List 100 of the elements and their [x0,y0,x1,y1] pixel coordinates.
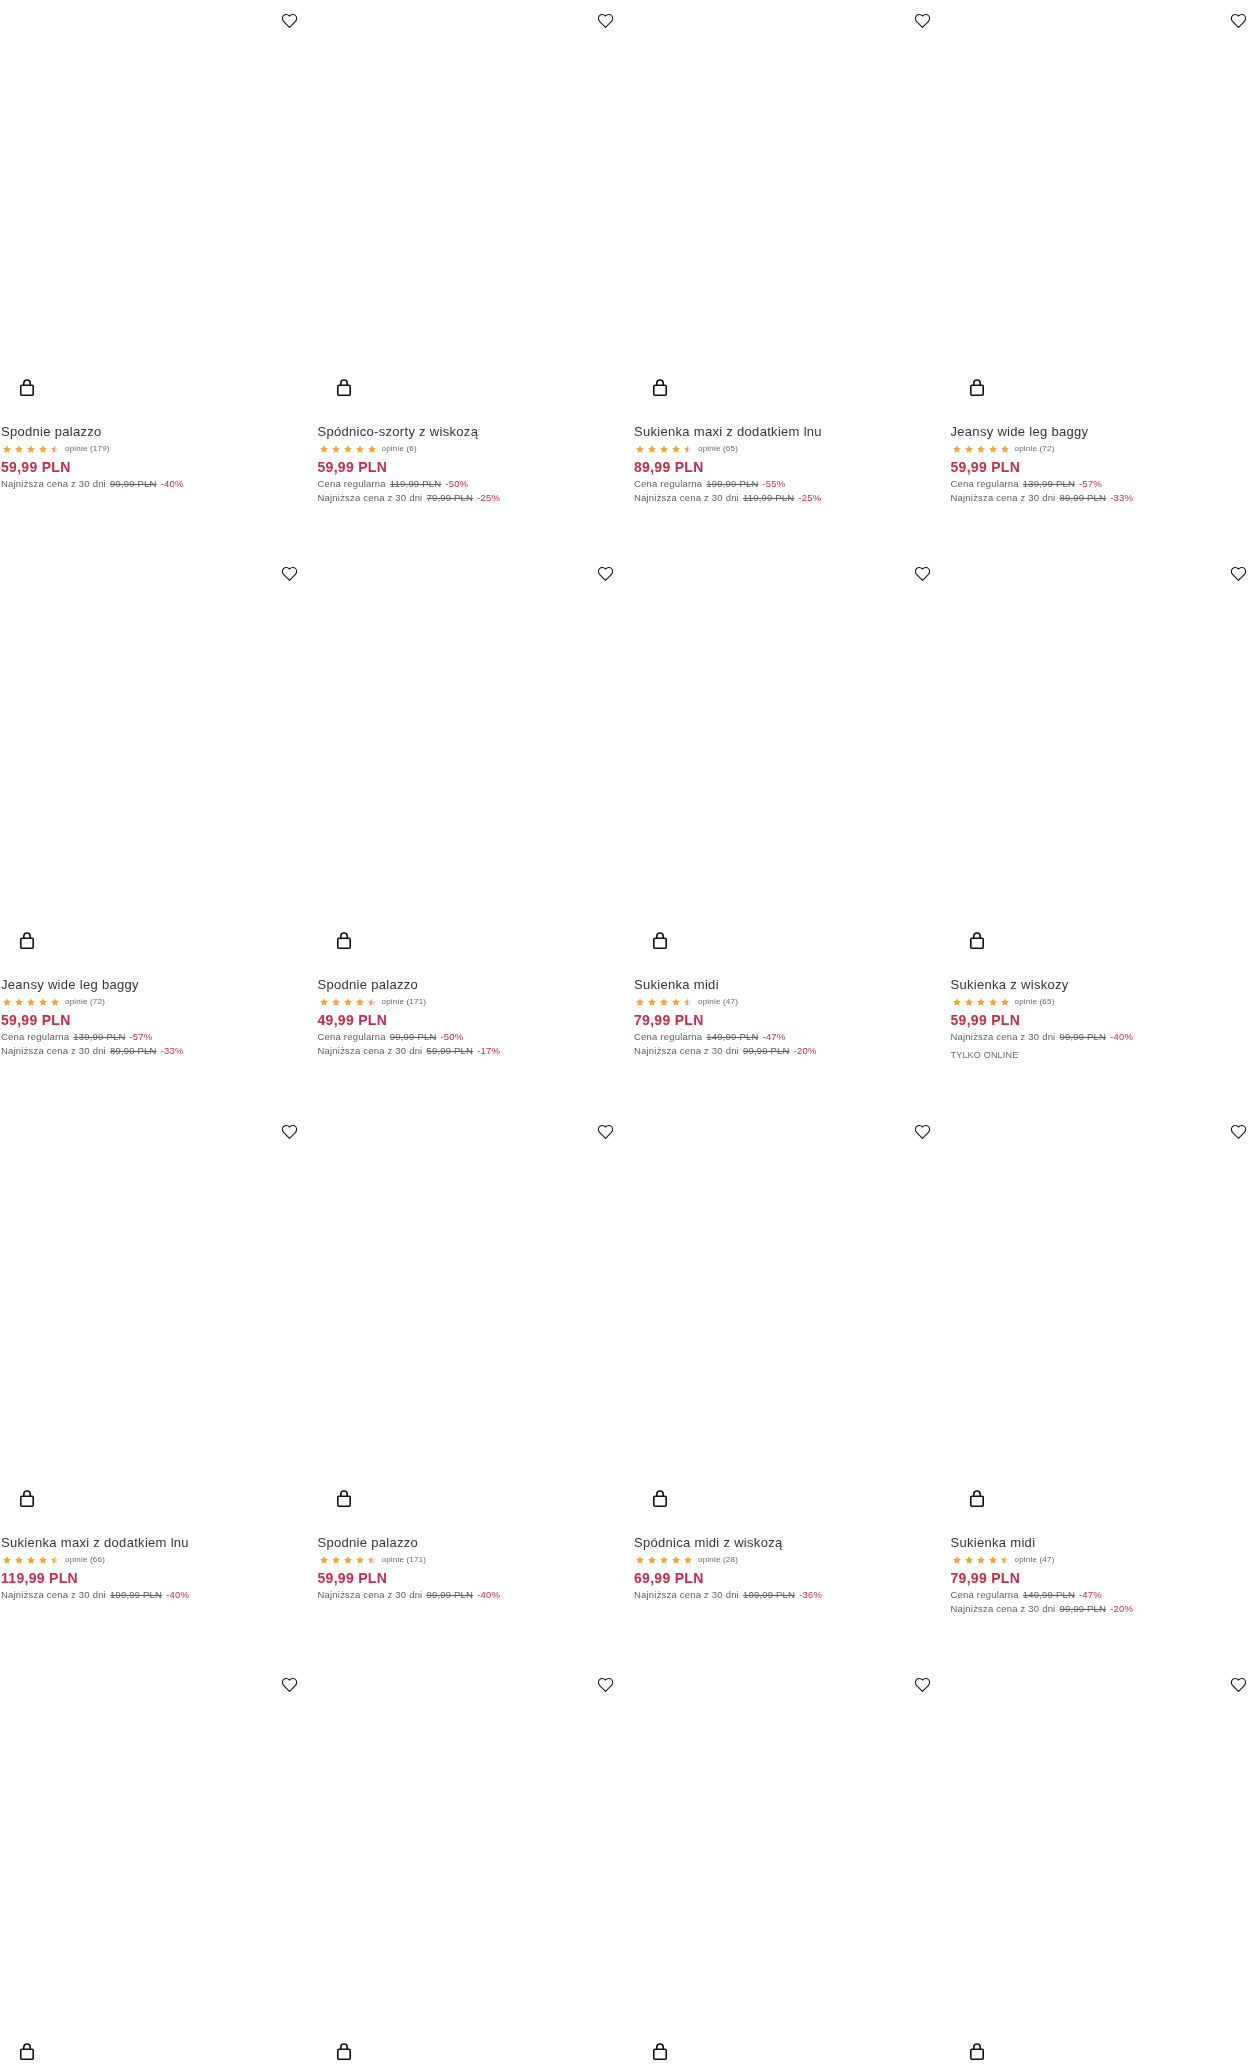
wishlist-button[interactable] [1231,14,1246,28]
product-title[interactable]: Sukienka midi [634,976,719,994]
star-icon [988,1556,997,1564]
heart-icon [1231,14,1246,28]
half-star-icon [684,998,692,1006]
star-icon [15,1556,23,1564]
star-icon [1000,998,1009,1006]
price-note-label: Najniższa cena z 30 dni [317,491,423,504]
product-title[interactable]: Spódnico-szorty z wiskozą [317,423,479,441]
product-title[interactable]: Sukienka midi [950,1534,1036,1552]
discount-percent: -47% [762,1030,786,1043]
add-to-cart-button[interactable] [336,932,351,949]
heart-icon [598,567,613,581]
wishlist-button[interactable] [914,567,930,581]
bag-icon [653,932,667,949]
star-icon [672,445,680,453]
add-to-cart-button[interactable] [20,1490,34,1507]
old-price: 99,99 PLN [1059,1602,1107,1615]
star-icon [660,445,668,453]
product-title[interactable]: Sukienka z wiskozy [950,976,1069,994]
old-price: 119,99 PLN [742,491,795,504]
star-icon [15,998,23,1006]
add-to-cart-button[interactable] [20,932,34,949]
product-title[interactable]: Sukienka maxi z dodatkiem lnu [1,1534,189,1552]
heart-icon [1231,1678,1246,1692]
old-price: 59,99 PLN [426,1044,474,1057]
old-price: 89,99 PLN [109,1044,157,1057]
star-icon [367,445,376,453]
wishlist-button[interactable] [1231,1678,1246,1692]
star-icon [3,998,11,1006]
product-title[interactable]: Spodnie palazzo [317,976,419,994]
wishlist-button[interactable] [281,567,297,581]
star-icon [27,445,35,453]
old-price: 99,99 PLN [389,1030,437,1043]
star-icon [27,1556,35,1564]
wishlist-button[interactable] [598,14,613,28]
discount-percent: -25% [477,491,501,504]
wishlist-button[interactable] [914,1678,930,1692]
discount-percent: -17% [477,1044,501,1057]
wishlist-button[interactable] [598,567,613,581]
wishlist-button[interactable] [598,1678,613,1692]
price-note-label: Najniższa cena z 30 dni [634,1588,739,1601]
product-title[interactable]: Sukienka maxi z dodatkiem lnu [634,423,822,441]
product-price: 69,99 PLN [634,1569,704,1587]
old-price: 99,99 PLN [742,1044,790,1057]
wishlist-button[interactable] [281,1678,297,1692]
star-icon [952,998,961,1006]
add-to-cart-button[interactable] [336,1490,351,1507]
discount-percent: -25% [798,491,822,504]
add-to-cart-button[interactable] [336,2043,351,2060]
review-count: opinie (47) [698,996,738,1008]
add-to-cart-button[interactable] [653,2043,667,2060]
wishlist-button[interactable] [281,14,297,28]
product-title[interactable]: Spodnie palazzo [1,423,102,441]
star-icon [660,1556,668,1564]
wishlist-button[interactable] [914,1125,930,1139]
add-to-cart-button[interactable] [969,2043,984,2060]
add-to-cart-button[interactable] [653,379,667,396]
price-note-label: Najniższa cena z 30 dni [1,477,106,490]
add-to-cart-button[interactable] [20,379,34,396]
wishlist-button[interactable] [598,1125,613,1139]
heart-icon [598,1125,613,1139]
wishlist-button[interactable] [281,1125,297,1139]
old-price: 199,99 PLN [706,477,759,490]
discount-percent: -20% [793,1044,817,1057]
star-icon [988,445,997,453]
heart-icon [598,1678,613,1692]
star-icon [3,1556,11,1564]
wishlist-button[interactable] [1231,1125,1246,1139]
add-to-cart-button[interactable] [969,932,984,949]
discount-percent: -47% [1079,1588,1102,1601]
star-icon [988,998,997,1006]
wishlist-button[interactable] [914,14,930,28]
add-to-cart-button[interactable] [336,379,351,396]
star-icon [3,445,11,453]
product-title[interactable]: Jeansy wide leg baggy [950,423,1089,441]
discount-percent: -50% [445,477,469,490]
bag-icon [653,379,667,396]
star-icon [660,998,668,1006]
review-count: opinie (28) [698,1554,738,1566]
product-price: 79,99 PLN [634,1011,704,1029]
add-to-cart-button[interactable] [653,1490,667,1507]
star-icon [39,1556,47,1564]
add-to-cart-button[interactable] [20,2043,34,2060]
old-price: 99,99 PLN [426,1588,474,1601]
price-note-label: Najniższa cena z 30 dni [317,1044,423,1057]
add-to-cart-button[interactable] [969,1490,984,1507]
star-icon [319,998,328,1006]
product-title[interactable]: Jeansy wide leg baggy [1,976,139,994]
star-icon [27,998,35,1006]
bag-icon [20,932,34,949]
bag-icon [20,1490,34,1507]
add-to-cart-button[interactable] [969,379,984,396]
old-price: 89,99 PLN [1059,491,1107,504]
review-count: opinie (65) [698,443,738,455]
star-icon [636,998,644,1006]
product-title[interactable]: Spódnica midi z wiskozą [634,1534,783,1552]
product-title[interactable]: Spodnie palazzo [317,1534,419,1552]
wishlist-button[interactable] [1231,567,1246,581]
add-to-cart-button[interactable] [653,932,667,949]
